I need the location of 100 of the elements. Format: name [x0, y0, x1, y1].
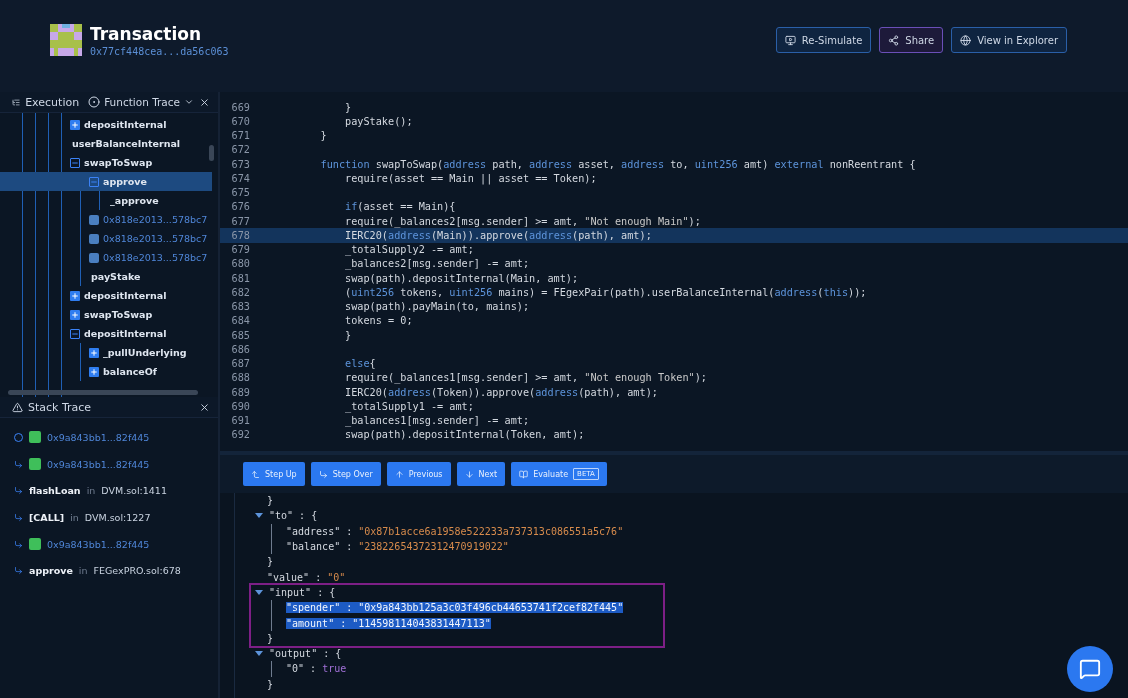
header-button[interactable]: View in Explorer	[951, 27, 1067, 53]
chevron-down-icon	[184, 97, 194, 107]
stack-frame[interactable]: 0x9a843bb1...82f445	[0, 450, 218, 478]
trace-row[interactable]: swapToSwap	[62, 153, 212, 172]
share-icon	[888, 34, 900, 46]
line-number: 685	[230, 329, 250, 341]
book-icon	[519, 469, 529, 479]
caret-icon[interactable]	[255, 651, 263, 657]
caret-icon[interactable]	[255, 589, 263, 595]
trace-row[interactable]: payStake	[81, 267, 212, 286]
stack-frame[interactable]: flashLoan in DVM.sol:1411	[0, 477, 218, 505]
json-line: "balance" : "23822654372312470919022"	[286, 540, 509, 555]
line-number: 681	[230, 272, 250, 284]
debugger-button[interactable]: Step Up	[243, 462, 305, 486]
arrow-down-icon	[464, 469, 474, 479]
line-number: 673	[230, 158, 250, 170]
header-button[interactable]: Share	[879, 27, 944, 53]
code-line: (uint256 tokens, uint256 mains) = FEgexPair(path).userBalanceInternal(address(this));	[344, 286, 867, 298]
collapse-icon[interactable]	[70, 157, 80, 168]
code-line: require(_balances1[msg.sender] >= amt, "Not enough Token");	[344, 372, 707, 384]
scrollbar[interactable]	[209, 145, 214, 161]
debugger-button[interactable]: Next	[456, 462, 506, 486]
trace-row[interactable]: _approve	[100, 191, 212, 210]
code-line: }	[344, 329, 352, 341]
line-number: 689	[230, 386, 250, 398]
trace-row[interactable]: approve	[0, 172, 212, 191]
code-line: IERC20(address(Main)).approve(address(path), amt);	[344, 229, 652, 241]
trace-row[interactable]: depositInternal	[62, 286, 212, 305]
chat-icon	[1079, 658, 1101, 680]
joiner-text: in	[78, 565, 88, 577]
trace-row[interactable]: depositInternal	[62, 115, 212, 134]
code-line: }	[319, 130, 327, 142]
json-line: "0" : true	[286, 662, 347, 677]
caret-icon[interactable]	[255, 513, 263, 519]
line-number: 683	[230, 301, 250, 313]
address-link[interactable]: 0x9a843bb1...82f445	[47, 431, 150, 443]
line-number: 679	[230, 244, 250, 256]
stack-frame[interactable]: 0x9a843bb1...82f445	[0, 530, 218, 558]
debugger-button[interactable]: Step Over	[310, 462, 381, 486]
stack-frame[interactable]: approve in FEGexPRO.sol:678	[0, 557, 218, 585]
trace-row[interactable]: _pullUnderlying	[81, 343, 212, 362]
function-name: flashLoan	[29, 485, 81, 497]
page-title: Transaction	[90, 23, 203, 44]
line-number: 680	[230, 258, 250, 270]
code-line: _balances1[msg.sender] -= amt;	[344, 415, 530, 427]
json-line: "input" : {	[267, 584, 336, 601]
trace-row[interactable]: 0x818e2013...578bc7	[81, 229, 212, 248]
joiner-text: in	[70, 511, 79, 523]
code-line: swap(path).depositInternal(Main, amt);	[344, 272, 579, 284]
json-line: "value" : "0"	[267, 570, 346, 585]
close-button[interactable]	[199, 401, 210, 413]
expand-icon[interactable]	[70, 309, 80, 320]
json-line: }	[267, 631, 274, 646]
list-icon	[12, 96, 21, 108]
code-line: else{	[344, 358, 376, 370]
address-link[interactable]: 0x9a843bb1...82f445	[47, 538, 150, 550]
header-button[interactable]: Re-Simulate	[775, 27, 872, 53]
expand-icon[interactable]	[70, 290, 80, 301]
line-number: 684	[230, 315, 250, 327]
code-line: _totalSupply2 -= amt;	[344, 244, 474, 256]
identicon	[50, 24, 82, 56]
expand-icon[interactable]	[70, 119, 80, 130]
code-line: swap(path).depositInternal(Token, amt);	[344, 429, 585, 441]
line-number: 671	[230, 130, 250, 142]
stack-frame[interactable]: [CALL] in DVM.sol:1227	[0, 504, 218, 531]
source-location: DVM.sol:1411	[101, 485, 167, 497]
line-number: 686	[230, 343, 250, 355]
json-line: "address" : "0x87b1acce6a1958e522233a737313c086551a5c76"	[286, 524, 624, 539]
expand-icon[interactable]	[89, 347, 99, 358]
line-number: 674	[230, 172, 250, 184]
trace-row[interactable]: 0x818e2013...578bc7	[81, 210, 212, 229]
function-name: approve	[29, 565, 73, 577]
source-location: FEGexPRO.sol:678	[93, 565, 181, 577]
trace-row[interactable]: swapToSwap	[62, 305, 212, 324]
trace-row[interactable]: balanceOf	[81, 362, 212, 381]
source-location: DVM.sol:1227	[84, 511, 151, 523]
scrollbar[interactable]	[8, 390, 198, 395]
transaction-hash: 0x77cf448cea...da56c063	[90, 45, 230, 57]
code-line: }	[344, 101, 352, 113]
function-name: [CALL]	[29, 511, 65, 523]
line-number: 688	[230, 372, 250, 384]
trace-row[interactable]: userBalanceInternal	[62, 134, 212, 153]
code-line: payStake();	[344, 115, 413, 127]
close-button[interactable]	[199, 96, 210, 108]
collapse-icon[interactable]	[70, 328, 80, 339]
panel-title: Execution	[25, 95, 80, 109]
collapse-icon[interactable]	[89, 176, 99, 187]
trace-row[interactable]: depositInternal	[62, 324, 212, 343]
address-link[interactable]: 0x9a843bb1...82f445	[47, 458, 150, 470]
line-number: 676	[230, 201, 250, 213]
trace-row[interactable]: 0x818e2013...578bc7	[81, 248, 212, 267]
stack-frame[interactable]: 0x9a843bb1...82f445	[0, 424, 218, 451]
code-line: swap(path).payMain(to, mains);	[344, 301, 530, 313]
line-number: 678	[230, 229, 250, 241]
line-number: 669	[230, 101, 250, 113]
debugger-button[interactable]: Previous	[386, 462, 451, 486]
mode-dropdown[interactable]: Function Trace	[88, 96, 194, 108]
code-line: require(_balances2[msg.sender] >= amt, "Not enough Main");	[344, 215, 701, 227]
code-line: tokens = 0;	[344, 315, 413, 327]
expand-icon[interactable]	[89, 366, 99, 377]
